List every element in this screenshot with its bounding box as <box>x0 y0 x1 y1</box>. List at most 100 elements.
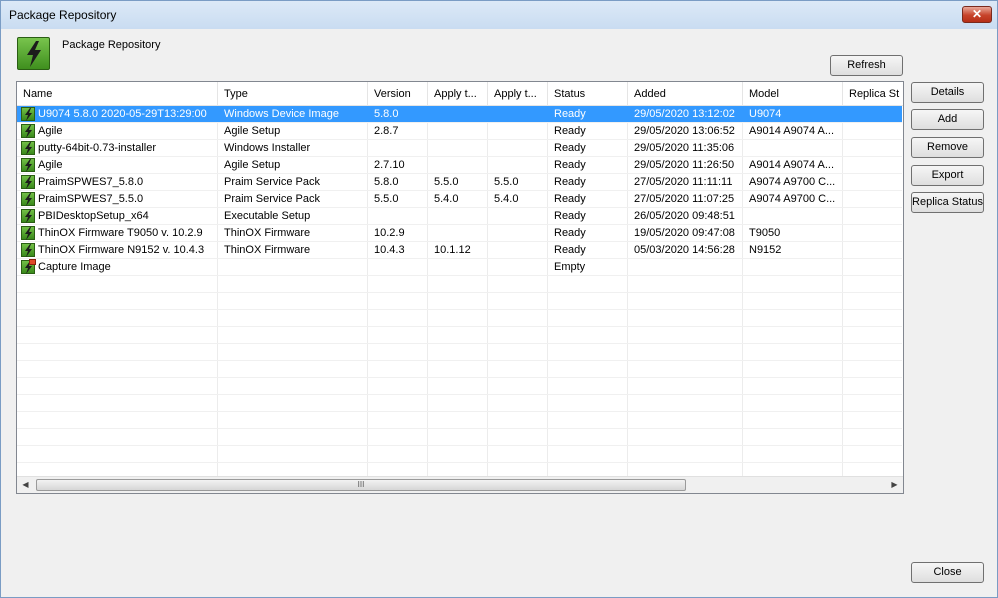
cell-model: A9074 A9700 C... <box>749 193 836 205</box>
cell-type <box>218 259 368 276</box>
cell-version <box>368 140 428 157</box>
window-title: Package Repository <box>9 8 117 22</box>
column-header-model[interactable]: Model <box>743 82 843 106</box>
package-row[interactable]: Agile Agile Setup 2.8.7 Ready 29/05/2020 13:… <box>17 123 902 140</box>
scroll-right-arrow[interactable]: ▶ <box>886 477 903 493</box>
header-title: Package Repository <box>62 39 161 51</box>
cell-added <box>628 259 743 276</box>
cell-replica-status <box>843 174 903 191</box>
cell-added: 19/05/2020 09:47:08 <box>634 227 735 239</box>
cell-added: 26/05/2020 09:48:51 <box>634 210 735 222</box>
column-header-replica-status[interactable]: Replica St <box>843 82 903 106</box>
details-button[interactable]: Details <box>911 82 984 103</box>
cell-apply-to-2 <box>488 259 548 276</box>
empty-row <box>17 378 902 395</box>
scrollbar-thumb[interactable]: III <box>36 479 686 491</box>
cell-version: 10.2.9 <box>374 227 405 239</box>
cell-replica-status <box>843 157 903 174</box>
cell-model: A9074 A9700 C... <box>749 176 836 188</box>
cell-replica-status <box>843 225 903 242</box>
column-header-apply-to-2[interactable]: Apply t... <box>488 82 548 106</box>
cell-name: ThinOX Firmware N9152 v. 10.4.3 <box>38 244 205 256</box>
package-row[interactable]: Agile Agile Setup 2.7.10 Ready 29/05/2020 11… <box>17 157 902 174</box>
package-row[interactable]: PraimSPWES7_5.8.0 Praim Service Pack 5.8.0… <box>17 174 902 191</box>
cell-model: A9014 A9074 A... <box>749 125 835 137</box>
cell-model: U9074 <box>749 108 782 120</box>
cell-added: 29/05/2020 11:35:06 <box>634 142 735 154</box>
column-header-status[interactable]: Status <box>548 82 628 106</box>
cell-apply-to-2 <box>488 208 548 225</box>
cell-version: 10.4.3 <box>374 244 405 256</box>
package-row[interactable]: putty-64bit-0.73-installer Windows Instal… <box>17 140 902 157</box>
close-button[interactable]: Close <box>911 562 984 583</box>
cell-status: Ready <box>554 142 586 154</box>
window-close-button[interactable]: ✕ <box>962 6 992 23</box>
cell-model <box>743 259 843 276</box>
empty-row <box>17 276 902 293</box>
column-header-name[interactable]: Name <box>17 82 218 106</box>
cell-replica-status <box>843 106 903 123</box>
column-header-version[interactable]: Version <box>368 82 428 106</box>
empty-row <box>17 446 902 463</box>
remove-button[interactable]: Remove <box>911 137 984 158</box>
cell-name: PraimSPWES7_5.8.0 <box>38 176 144 188</box>
package-row[interactable]: ThinOX Firmware N9152 v. 10.4.3 ThinOX Fi… <box>17 242 902 259</box>
horizontal-scrollbar[interactable]: ◀ III ▶ <box>17 476 903 493</box>
cell-status: Ready <box>554 108 586 120</box>
empty-row <box>17 327 902 344</box>
cell-name: ThinOX Firmware T9050 v. 10.2.9 <box>38 227 203 239</box>
cell-type: Praim Service Pack <box>224 176 320 188</box>
column-header-apply-to-1[interactable]: Apply t... <box>428 82 488 106</box>
cell-version: 2.8.7 <box>374 125 399 137</box>
cell-status: Ready <box>554 210 586 222</box>
cell-apply-to-1: 5.4.0 <box>434 193 459 205</box>
column-header-added[interactable]: Added <box>628 82 743 106</box>
cell-name: putty-64bit-0.73-installer <box>38 142 157 154</box>
cell-replica-status <box>843 140 903 157</box>
cell-apply-to-2 <box>488 242 548 259</box>
package-row[interactable]: U9074 5.8.0 2020-05-29T13:29:00 Windows D… <box>17 106 902 123</box>
cell-name: Capture Image <box>38 261 111 273</box>
add-button[interactable]: Add <box>911 109 984 130</box>
cell-apply-to-1 <box>428 225 488 242</box>
column-header-type[interactable]: Type <box>218 82 368 106</box>
cell-model: N9152 <box>749 244 782 256</box>
cell-replica-status <box>843 123 903 140</box>
cell-apply-to-1 <box>428 208 488 225</box>
refresh-button[interactable]: Refresh <box>830 55 903 76</box>
cell-version: 5.5.0 <box>374 193 399 205</box>
export-button[interactable]: Export <box>911 165 984 186</box>
cell-apply-to-2 <box>488 106 548 123</box>
empty-row <box>17 395 902 412</box>
cell-added: 27/05/2020 11:07:25 <box>634 193 735 205</box>
package-row[interactable]: PraimSPWES7_5.5.0 Praim Service Pack 5.5.0… <box>17 191 902 208</box>
empty-row <box>17 310 902 327</box>
scroll-left-arrow[interactable]: ◀ <box>17 477 34 493</box>
empty-row <box>17 412 902 429</box>
cell-apply-to-1 <box>428 140 488 157</box>
cell-replica-status <box>843 259 903 276</box>
cell-status: Ready <box>554 176 586 188</box>
cell-type: Windows Installer <box>224 142 311 154</box>
cell-apply-to-2 <box>488 225 548 242</box>
cell-status: Ready <box>554 193 586 205</box>
cell-replica-status <box>843 242 903 259</box>
cell-status: Empty <box>554 261 586 273</box>
empty-row <box>17 429 902 446</box>
title-bar[interactable]: Package Repository ✕ <box>1 1 997 29</box>
cell-apply-to-1: 10.1.12 <box>434 244 471 256</box>
cell-version: 2.7.10 <box>374 159 405 171</box>
replica-status-button[interactable]: Replica Status <box>911 192 984 213</box>
cell-name: PBIDesktopSetup_x64 <box>38 210 149 222</box>
cell-name: Agile <box>38 125 63 137</box>
package-row[interactable]: PBIDesktopSetup_x64 Executable Setup Ready… <box>17 208 902 225</box>
package-repository-window: Package Repository ✕ Package Repository … <box>0 0 998 598</box>
empty-row <box>17 344 902 361</box>
cell-status: Ready <box>554 159 586 171</box>
package-list[interactable]: Name Type Version Apply t... Apply t... Statu… <box>16 81 904 494</box>
cell-status: Ready <box>554 227 586 239</box>
cell-type: Windows Device Image <box>224 108 339 120</box>
package-row[interactable]: ThinOX Firmware T9050 v. 10.2.9 ThinOX Fi… <box>17 225 902 242</box>
cell-added: 29/05/2020 11:26:50 <box>634 159 735 171</box>
package-row[interactable]: Capture Image Empty <box>17 259 902 276</box>
